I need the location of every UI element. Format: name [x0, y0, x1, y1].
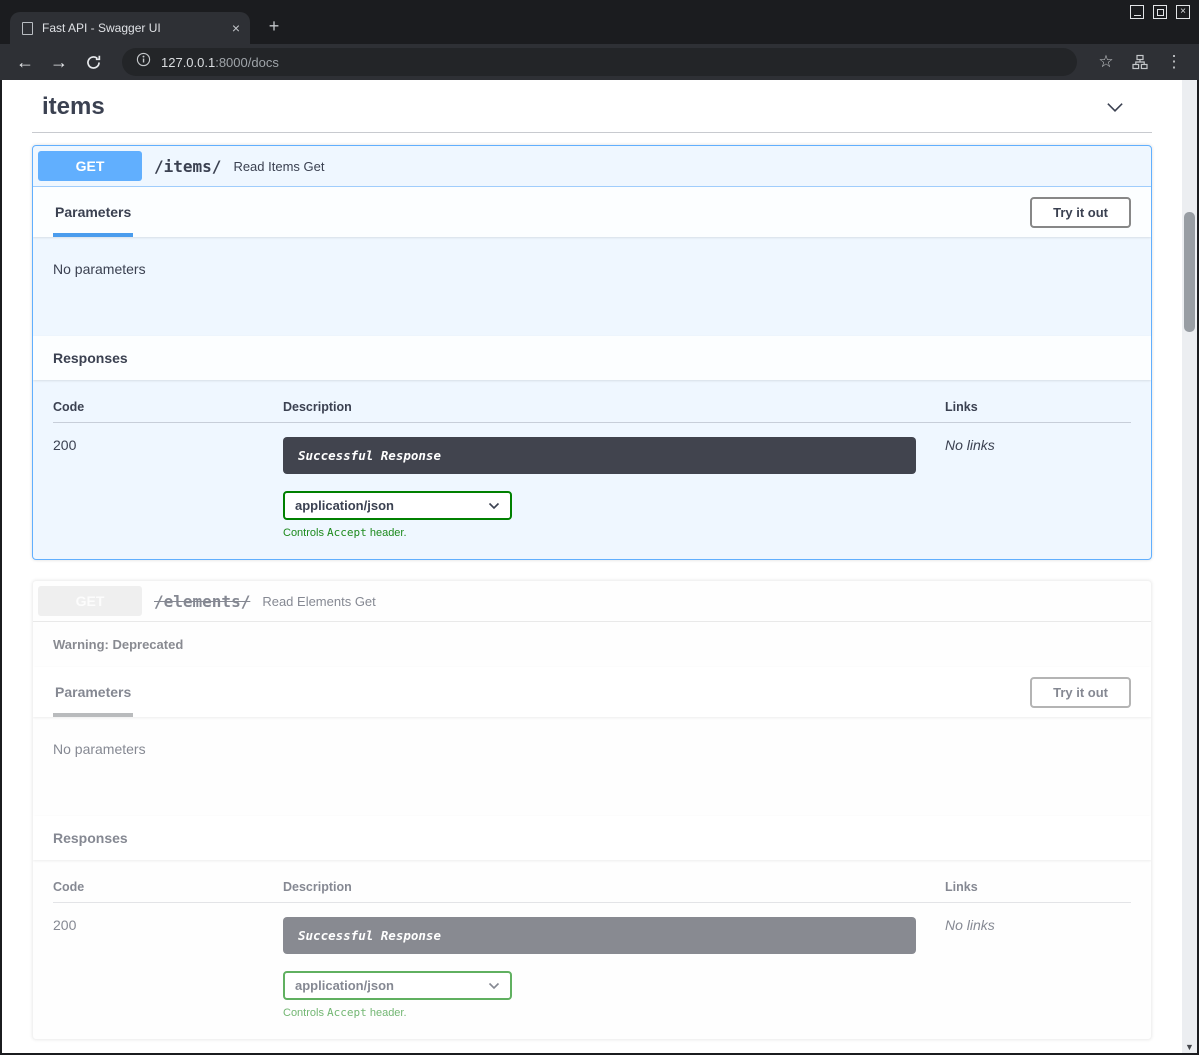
close-icon: ×	[1180, 7, 1186, 17]
accept-header-note: Controls Accept header.	[283, 526, 945, 539]
operation-summary: Read Elements Get	[262, 594, 375, 609]
col-links: Links	[945, 880, 1131, 894]
responses-table-header: Code Description Links	[53, 880, 1131, 903]
col-code: Code	[53, 400, 283, 414]
response-links: No links	[945, 437, 1131, 539]
address-bar[interactable]: 127.0.0.1:8000/docs	[122, 48, 1077, 76]
responses-header: Responses	[33, 816, 1151, 860]
response-links: No links	[945, 917, 1131, 1019]
response-message: Successful Response	[283, 437, 916, 474]
responses-body: Code Description Links 200 Successful Re…	[33, 380, 1151, 559]
browser-tab[interactable]: Fast API - Swagger UI ×	[10, 12, 250, 44]
sitemap-icon[interactable]	[1127, 49, 1153, 75]
new-tab-button[interactable]: +	[264, 17, 284, 37]
responses-table-header: Code Description Links	[53, 400, 1131, 423]
tab-parameters[interactable]: Parameters	[53, 187, 133, 237]
url-text: 127.0.0.1:8000/docs	[161, 55, 279, 70]
maximize-icon	[1157, 9, 1164, 16]
forward-icon[interactable]: →	[46, 49, 72, 75]
operation-path: /items/	[154, 157, 221, 176]
chevron-down-icon	[488, 502, 500, 510]
parameters-header: Parameters Try it out	[33, 187, 1151, 237]
response-description-cell: Successful Response application/json Con…	[283, 917, 945, 1019]
method-badge: GET	[38, 586, 142, 616]
media-type-select[interactable]: application/json	[283, 971, 512, 1000]
tab-close-icon[interactable]: ×	[230, 21, 242, 35]
no-parameters-text: No parameters	[53, 261, 146, 277]
opblock-get-items: GET /items/ Read Items Get Parameters Tr…	[32, 145, 1152, 560]
browser-toolbar: ← → 127.0.0.1:8000/docs ☆ ⋮	[0, 44, 1199, 80]
accept-header-note: Controls Accept header.	[283, 1006, 945, 1019]
response-description-cell: Successful Response application/json Con…	[283, 437, 945, 539]
close-button[interactable]: ×	[1176, 5, 1190, 19]
bookmark-star-icon[interactable]: ☆	[1093, 49, 1119, 75]
browser-menu-icon[interactable]: ⋮	[1161, 49, 1187, 75]
collapse-chevron-icon[interactable]	[1104, 96, 1142, 118]
url-path: :8000/docs	[215, 55, 279, 70]
col-code: Code	[53, 880, 283, 894]
url-host: 127.0.0.1	[161, 55, 215, 70]
opblock-summary[interactable]: GET /elements/ Read Elements Get	[33, 581, 1151, 622]
responses-body: Code Description Links 200 Successful Re…	[33, 860, 1151, 1039]
swagger-ui: items GET /items/ Read Items Get Paramet…	[2, 80, 1182, 1053]
response-row: 200 Successful Response application/json…	[53, 423, 1131, 539]
tab-title: Fast API - Swagger UI	[42, 21, 221, 35]
chevron-down-icon	[488, 982, 500, 990]
minimize-icon	[1134, 15, 1141, 16]
response-row: 200 Successful Response application/json…	[53, 903, 1131, 1019]
scroll-down-arrow-icon[interactable]: ▼	[1182, 1042, 1197, 1052]
window-controls: ×	[1130, 5, 1190, 19]
opblock-get-elements-deprecated: GET /elements/ Read Elements Get Warning…	[32, 580, 1152, 1040]
method-badge: GET	[38, 151, 142, 181]
deprecated-warning: Warning: Deprecated	[33, 622, 1151, 667]
scrollbar-thumb[interactable]	[1184, 212, 1195, 332]
tag-section-header[interactable]: items	[32, 86, 1152, 133]
response-code: 200	[53, 917, 283, 1019]
media-type-value: application/json	[295, 498, 394, 513]
try-it-out-button[interactable]: Try it out	[1030, 677, 1131, 708]
col-links: Links	[945, 400, 1131, 414]
maximize-button[interactable]	[1153, 5, 1167, 19]
minimize-button[interactable]	[1130, 5, 1144, 19]
media-type-value: application/json	[295, 978, 394, 993]
responses-title: Responses	[53, 830, 128, 846]
parameters-body: No parameters	[33, 717, 1151, 816]
page-scrollbar[interactable]: ▼	[1182, 80, 1197, 1053]
operation-path: /elements/	[154, 592, 250, 611]
back-icon[interactable]: ←	[12, 49, 38, 75]
no-parameters-text: No parameters	[53, 741, 146, 757]
tab-parameters[interactable]: Parameters	[53, 667, 133, 717]
page: items GET /items/ Read Items Get Paramet…	[2, 80, 1197, 1053]
response-message: Successful Response	[283, 917, 916, 954]
col-description: Description	[283, 400, 945, 414]
response-code: 200	[53, 437, 283, 539]
parameters-body: No parameters	[33, 237, 1151, 336]
reload-icon[interactable]	[80, 49, 106, 75]
opblock-summary[interactable]: GET /items/ Read Items Get	[33, 146, 1151, 187]
try-it-out-button[interactable]: Try it out	[1030, 197, 1131, 228]
tag-title: items	[42, 92, 105, 122]
media-type-select[interactable]: application/json	[283, 491, 512, 520]
operation-summary: Read Items Get	[233, 159, 324, 174]
site-info-icon[interactable]	[136, 52, 151, 72]
browser-titlebar: Fast API - Swagger UI × + ×	[0, 0, 1199, 44]
page-favicon-icon	[22, 22, 33, 35]
responses-header: Responses	[33, 336, 1151, 380]
parameters-header: Parameters Try it out	[33, 667, 1151, 717]
col-description: Description	[283, 880, 945, 894]
responses-title: Responses	[53, 350, 128, 366]
